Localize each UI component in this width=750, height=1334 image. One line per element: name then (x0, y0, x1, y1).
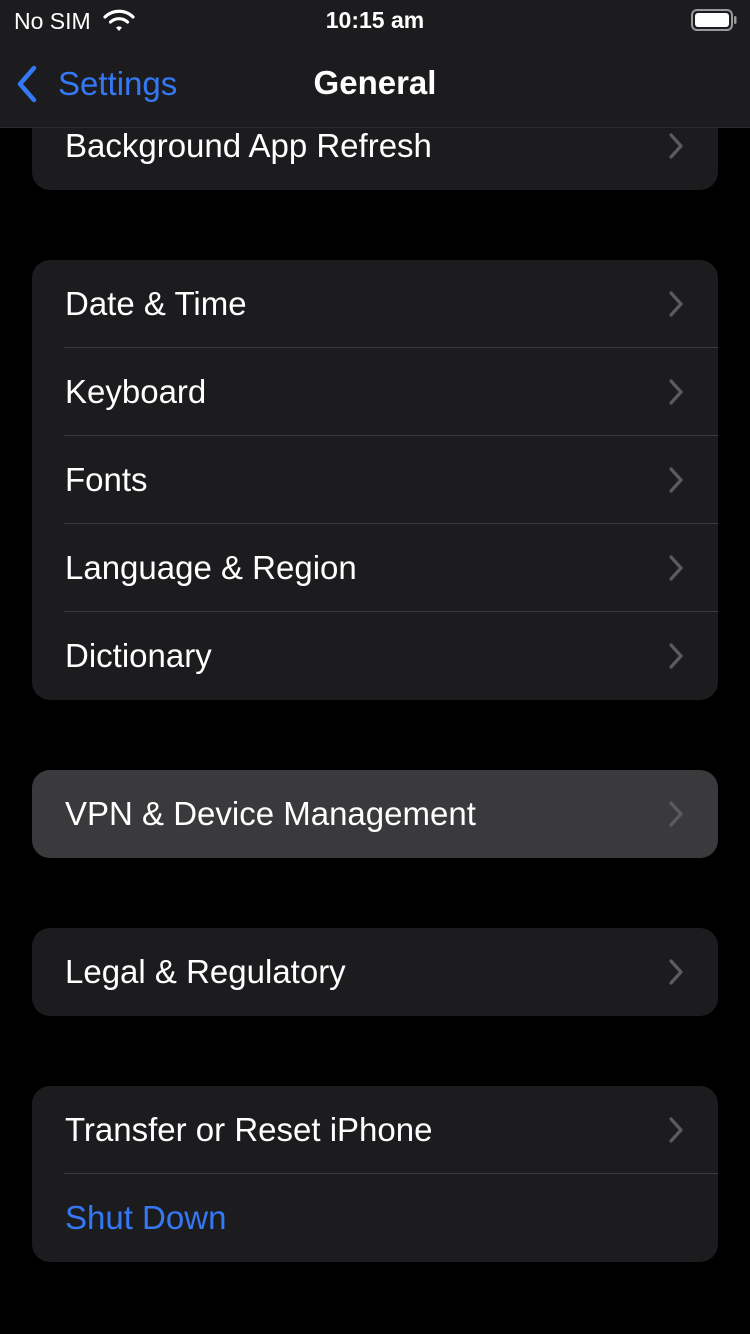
row-label: Dictionary (65, 637, 212, 674)
chevron-right-icon (669, 379, 683, 405)
page-title: General (313, 64, 437, 101)
row-label: Fonts (65, 461, 148, 498)
shut-down-label: Shut Down (65, 1199, 227, 1236)
row-keyboard[interactable]: Keyboard (32, 348, 718, 436)
row-label: Transfer or Reset iPhone (65, 1111, 433, 1148)
row-label: Keyboard (65, 373, 207, 410)
status-time: 10:15 am (325, 7, 425, 33)
row-fonts[interactable]: Fonts (32, 436, 718, 524)
chevron-right-icon (669, 959, 683, 985)
chevron-right-icon (669, 555, 683, 581)
settings-general-screen: No SIM 10:15 am Settings General Backgro… (0, 0, 750, 1334)
row-dictionary[interactable]: Dictionary (32, 612, 718, 700)
row-label: Legal & Regulatory (65, 953, 346, 990)
row-label: VPN & Device Management (65, 795, 476, 832)
chevron-right-icon (669, 133, 683, 159)
battery-icon (691, 9, 737, 31)
settings-group-reset: Transfer or Reset iPhone Shut Down (32, 1086, 718, 1262)
row-label: Language & Region (65, 549, 357, 586)
row-transfer-reset-iphone[interactable]: Transfer or Reset iPhone (32, 1086, 718, 1174)
settings-group-locale: Date & Time Keyboard Fonts Language & Re… (32, 260, 718, 700)
chevron-right-icon (669, 1117, 683, 1143)
row-language-region[interactable]: Language & Region (32, 524, 718, 612)
status-bar: No SIM 10:15 am (0, 0, 750, 40)
chevron-right-icon (669, 291, 683, 317)
row-date-time[interactable]: Date & Time (32, 260, 718, 348)
navigation-bar: Settings General (0, 40, 750, 128)
row-legal-regulatory[interactable]: Legal & Regulatory (32, 928, 718, 1016)
row-label: Date & Time (65, 285, 247, 322)
shut-down-button[interactable]: Shut Down (32, 1174, 718, 1262)
settings-group-legal: Legal & Regulatory (32, 928, 718, 1016)
chevron-right-icon (669, 643, 683, 669)
settings-group-vpn: VPN & Device Management (32, 770, 718, 858)
chevron-right-icon (669, 467, 683, 493)
row-vpn-device-management[interactable]: VPN & Device Management (32, 770, 718, 858)
chevron-right-icon (669, 801, 683, 827)
